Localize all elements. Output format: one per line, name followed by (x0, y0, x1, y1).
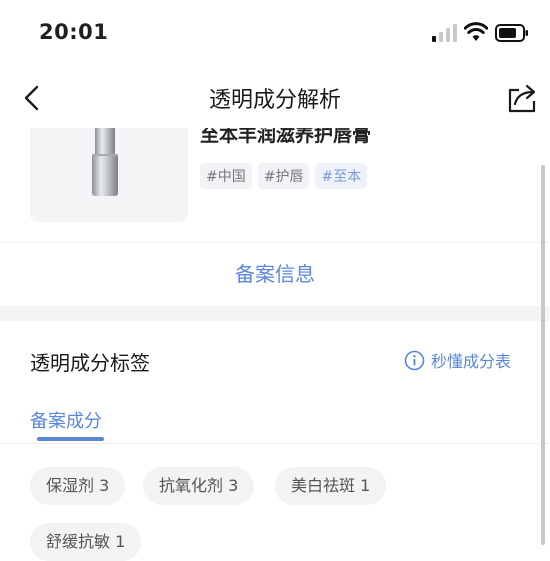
wifi-icon (464, 22, 488, 41)
chip-soothing[interactable]: 舒缓抗敏 1 (30, 523, 142, 561)
quick-read-label: 秒懂成分表 (431, 352, 512, 371)
tag-brand[interactable]: #至本 (315, 163, 368, 189)
product-summary: 至本丰润滋养护唇膏 #中国 #护唇 #至本 (0, 128, 550, 242)
quick-read-link[interactable]: 秒懂成分表 (404, 348, 511, 372)
tab-filed-ingredients[interactable]: 备案成分 (30, 407, 102, 433)
section-title: 透明成分标签 (30, 351, 150, 375)
active-tab-indicator (37, 437, 104, 441)
section-separator (0, 306, 550, 321)
tag-category[interactable]: #护唇 (257, 163, 310, 189)
info-icon (404, 350, 425, 370)
status-time: 20:01 (39, 20, 109, 44)
product-tags: #中国 #护唇 #至本 (200, 163, 368, 189)
navigation-bar: 透明成分解析 (0, 68, 550, 128)
share-icon[interactable] (505, 82, 539, 114)
status-bar: 20:01 (0, 0, 550, 68)
product-image[interactable] (30, 128, 188, 222)
cellular-signal-icon (432, 24, 457, 42)
battery-icon (495, 24, 528, 42)
tag-origin[interactable]: #中国 (200, 163, 252, 189)
lip-balm-tube-icon (92, 128, 118, 196)
ingredient-labels-section: 透明成分标签 秒懂成分表 备案成分 保湿剂 3 抗氧化剂 3 美白祛斑 1 舒缓… (0, 321, 550, 561)
page-title: 透明成分解析 (208, 88, 341, 113)
chip-whitening[interactable]: 美白祛斑 1 (275, 467, 387, 505)
scrollbar[interactable] (541, 165, 545, 545)
chip-humectant[interactable]: 保湿剂 3 (30, 467, 126, 505)
product-name: 至本丰润滋养护唇膏 (200, 128, 372, 146)
filing-info-button[interactable]: 备案信息 (0, 243, 550, 306)
tab-divider (0, 443, 550, 444)
chip-antioxidant[interactable]: 抗氧化剂 3 (143, 467, 255, 505)
